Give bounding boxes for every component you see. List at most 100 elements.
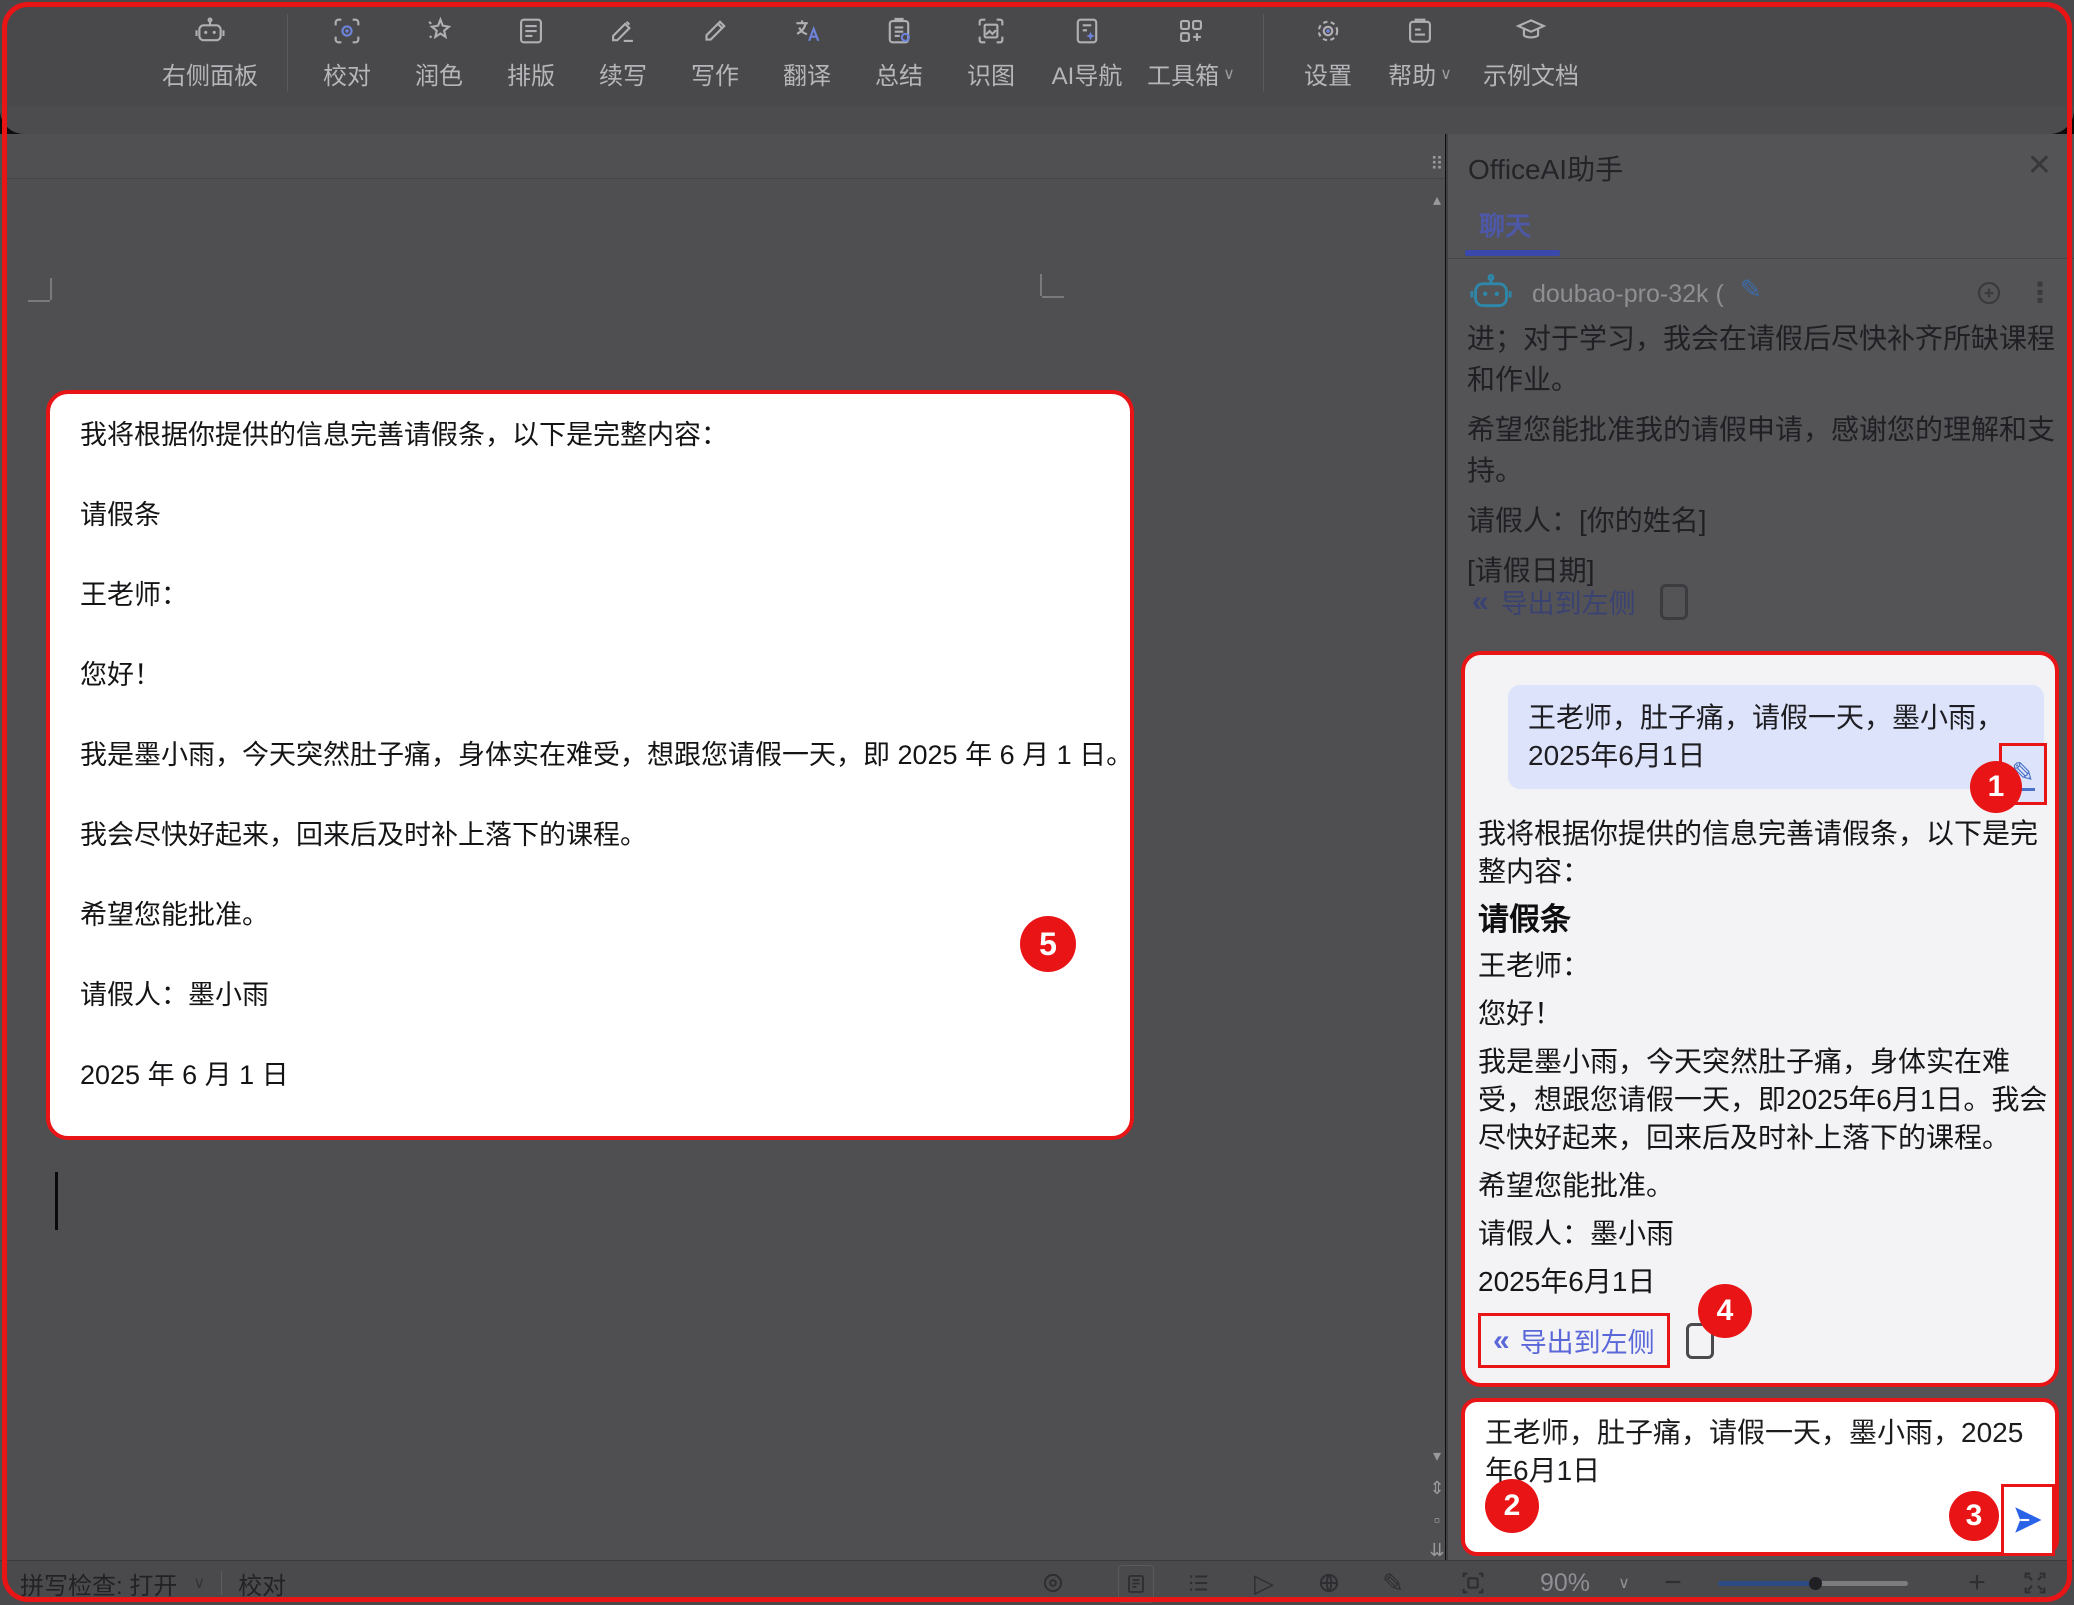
fullscreen-icon[interactable] <box>2018 1561 2052 1605</box>
model-row: doubao-pro-32k ( ✎ ⋮ <box>1468 272 2054 316</box>
new-chat-icon[interactable] <box>1974 278 2004 308</box>
chat-input-region: 王老师，肚子痛，请假一天，墨小雨，2025年6月1日 2 3 <box>1461 1398 2059 1556</box>
toolbar-item-label: 翻译 <box>783 56 831 91</box>
zoom-slider[interactable] <box>1718 1581 1908 1586</box>
browse-object-icon[interactable]: ▫ <box>1427 1510 1447 1531</box>
assistant-paragraph: 请假人：[你的姓名] <box>1467 500 2059 541</box>
spell-check-status[interactable]: 拼写检查: 打开 <box>20 1566 177 1601</box>
drag-handle-icon[interactable]: ⠿ <box>1427 154 1447 175</box>
page-view-icon[interactable] <box>1118 1565 1154 1603</box>
zoom-in-icon[interactable]: + <box>1962 1561 1992 1605</box>
send-icon[interactable] <box>2010 1502 2046 1538</box>
summarize-icon <box>882 14 916 48</box>
panel-gutter: ⠿ ▴ ▾ ⇕ ▫ ⇊ <box>1427 134 1447 1560</box>
toolbar-item-label: 总结 <box>875 56 923 91</box>
toolbar-item-image-recognition[interactable]: 识图 <box>945 0 1037 106</box>
help-icon <box>1403 14 1437 48</box>
export-to-left-link[interactable]: 导出到左侧 <box>1501 582 1636 621</box>
copy-icon[interactable] <box>1660 584 1688 620</box>
toolbar-item-summarize[interactable]: 总结 <box>853 0 945 106</box>
document-paragraph: 王老师： <box>80 578 1100 612</box>
zoom-level[interactable]: 90% <box>1540 1561 1590 1605</box>
document-paragraph: 2025 年 6 月 1 日 <box>80 1058 1100 1092</box>
toolbar-item-label: 帮助 <box>1388 56 1436 91</box>
assistant-paragraph: 请假人：墨小雨 <box>1478 1215 2054 1253</box>
reply-intro: 我将根据你提供的信息完善请假条，以下是完整内容： <box>1478 815 2054 891</box>
assistant-paragraph: 希望您能批准。 <box>1478 1167 2054 1205</box>
document-highlight-region[interactable]: 我将根据你提供的信息完善请假条，以下是完整内容：请假条王老师：您好！我是墨小雨，… <box>46 390 1134 1140</box>
assistant-paragraph: 2025年6月1日 <box>1478 1263 2054 1301</box>
chevron-down-icon: ∨ <box>1223 64 1235 84</box>
translate-icon <box>790 14 824 48</box>
settings-icon <box>1311 14 1345 48</box>
document-top-strip <box>0 134 1445 179</box>
text-cursor <box>55 1172 58 1230</box>
toolbar-item-sample-doc[interactable]: 示例文档 <box>1466 0 1596 106</box>
export-left-icon: « <box>1472 585 1489 619</box>
scroll-down-icon[interactable]: ▾ <box>1427 1446 1447 1466</box>
edit-model-icon[interactable]: ✎ <box>1740 274 1762 305</box>
toolbar-item-polish[interactable]: 润色 <box>393 0 485 106</box>
toolbar-item-proofread[interactable]: 校对 <box>301 0 393 106</box>
toolbar-item-label: 润色 <box>415 56 463 91</box>
export-row-reply: « 导出到左侧 <box>1478 1313 1714 1368</box>
tab-chat[interactable]: 聊天 <box>1479 206 1531 243</box>
model-name[interactable]: doubao-pro-32k ( <box>1532 280 1724 309</box>
toolbar-item-label: AI导航 <box>1052 56 1123 91</box>
document-paragraph: 我将根据你提供的信息完善请假条，以下是完整内容： <box>80 418 1100 452</box>
writing-icon <box>698 14 732 48</box>
image-recognition-icon <box>974 14 1008 48</box>
toolbar-item-right-panel[interactable]: 右侧面板 <box>150 0 270 106</box>
chat-highlight-region: 王老师，肚子痛，请假一天，墨小雨，2025年6月1日 ✎ 1 我将根据你提供的信… <box>1461 651 2059 1387</box>
play-macro-icon[interactable]: ▷ <box>1249 1561 1279 1605</box>
page-jump-icon[interactable]: ⇕ <box>1427 1478 1447 1499</box>
more-menu-icon[interactable]: ⋮ <box>2026 276 2054 309</box>
assistant-paragraph: 我是墨小雨，今天突然肚子痛，身体实在难受，想跟您请假一天，即2025年6月1日。… <box>1478 1043 2054 1157</box>
visibility-icon[interactable] <box>1038 1561 1068 1605</box>
toolbar-item-help[interactable]: 帮助∨ <box>1374 0 1466 106</box>
next-page-icon[interactable]: ⇊ <box>1427 1540 1447 1561</box>
statusbar-separator <box>221 1571 222 1595</box>
polish-icon <box>422 14 456 48</box>
toolbar-item-label: 校对 <box>323 56 371 91</box>
toolbar-lower-band <box>0 106 2074 134</box>
document-canvas[interactable]: 我将根据你提供的信息完善请假条，以下是完整内容：请假条王老师：您好！我是墨小雨，… <box>0 134 1445 1560</box>
outline-view-icon[interactable] <box>1184 1561 1214 1605</box>
ai-nav-icon <box>1070 14 1104 48</box>
proofread-status[interactable]: 校对 <box>238 1566 286 1601</box>
toolbar-item-ai-nav[interactable]: AI导航 <box>1037 0 1137 106</box>
document-paragraph: 请假条 <box>80 498 1100 532</box>
export-left-icon: « <box>1493 1324 1510 1358</box>
export-to-left-button[interactable]: « 导出到左侧 <box>1478 1313 1670 1368</box>
robot-icon <box>193 14 227 48</box>
assistant-paragraph: 希望您能批准我的请假申请，感谢您的理解和支持。 <box>1467 409 2059 491</box>
toolbar-item-translate[interactable]: 翻译 <box>761 0 853 106</box>
fit-page-icon[interactable] <box>1456 1561 1490 1605</box>
toolbar-item-settings[interactable]: 设置 <box>1282 0 1374 106</box>
chevron-down-icon[interactable]: ∨ <box>193 1573 205 1593</box>
toolbar-item-label: 排版 <box>507 56 555 91</box>
web-layout-icon[interactable] <box>1314 1561 1344 1605</box>
toolbar-item-toolbox[interactable]: 工具箱∨ <box>1137 0 1245 106</box>
pen-tool-icon[interactable]: ✎ <box>1378 1561 1408 1605</box>
toolbar: 右侧面板 校对 润色 排版 续写 写作 翻译 总结 <box>0 0 2074 106</box>
continue-writing-icon <box>606 14 640 48</box>
zoom-chevron-icon[interactable]: ∨ <box>1612 1561 1636 1605</box>
assistant-paragraph: 王老师： <box>1478 947 2054 985</box>
chat-input[interactable]: 王老师，肚子痛，请假一天，墨小雨，2025年6月1日 <box>1485 1414 2035 1490</box>
send-button-frame <box>2001 1484 2055 1556</box>
zoom-slider-handle[interactable] <box>1809 1577 1822 1590</box>
toolbar-item-label: 识图 <box>967 56 1015 91</box>
toolbar-item-label: 示例文档 <box>1483 56 1579 91</box>
close-icon[interactable]: ✕ <box>2027 148 2052 183</box>
sample-doc-icon <box>1514 14 1548 48</box>
toolbar-item-label: 右侧面板 <box>162 56 258 91</box>
toolbar-separator <box>287 14 288 92</box>
toolbar-item-writing[interactable]: 写作 <box>669 0 761 106</box>
scroll-up-icon[interactable]: ▴ <box>1427 190 1447 210</box>
annotation-circle-1: 1 <box>1970 761 2022 813</box>
assistant-reply: 我将根据你提供的信息完善请假条，以下是完整内容： 请假条 王老师：您好！我是墨小… <box>1478 815 2054 1311</box>
toolbar-item-continue-writing[interactable]: 续写 <box>577 0 669 106</box>
toolbar-item-typeset[interactable]: 排版 <box>485 0 577 106</box>
zoom-out-icon[interactable]: − <box>1658 1561 1688 1605</box>
